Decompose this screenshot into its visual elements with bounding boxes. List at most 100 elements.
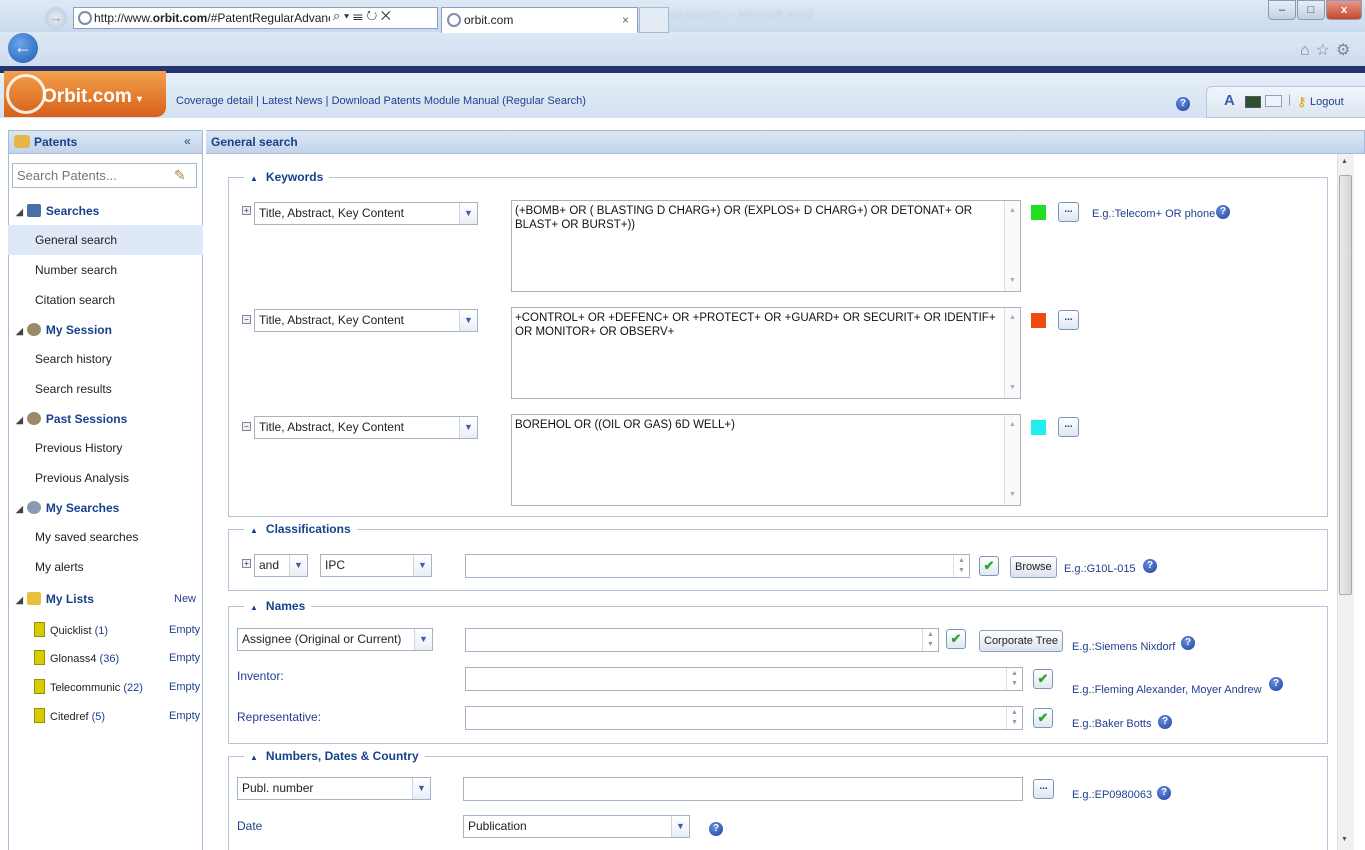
keyword-field-select[interactable]: Title, Abstract, Key Content ▼ — [254, 202, 478, 225]
validate-check-button[interactable]: ✔ — [979, 556, 999, 576]
more-options-button[interactable]: ... — [1058, 202, 1079, 222]
minimize-button[interactable]: – — [1268, 0, 1296, 20]
empty-list-link[interactable]: Empty — [169, 681, 200, 693]
list-item[interactable]: Telecommunic (22) — [34, 677, 143, 699]
nav-section-past-sessions[interactable]: ◢ Past Sessions — [16, 408, 127, 430]
more-options-button[interactable]: ... — [1033, 779, 1054, 799]
highlight-color-swatch[interactable] — [1031, 420, 1046, 435]
empty-list-link[interactable]: Empty — [169, 652, 200, 664]
image-icon[interactable] — [1245, 96, 1261, 108]
help-icon[interactable]: ? — [1157, 786, 1171, 800]
representative-input[interactable]: ▲ ▼ — [465, 706, 1023, 730]
more-options-button[interactable]: ... — [1058, 310, 1079, 330]
highlight-color-swatch[interactable] — [1031, 313, 1046, 328]
number-type-select[interactable]: Publ. number ▼ — [237, 777, 431, 800]
collapse-row-icon[interactable]: − — [242, 422, 251, 431]
nav-section-my-lists[interactable]: ◢ My Lists — [16, 588, 94, 610]
new-tab-button[interactable] — [639, 7, 669, 33]
assignee-input[interactable]: ▲ ▼ — [465, 628, 939, 652]
sidebar-item-general-search[interactable]: General search — [8, 225, 203, 255]
help-icon[interactable]: ? — [1143, 559, 1157, 573]
sidebar-item-citation-search[interactable]: Citation search — [8, 285, 203, 315]
help-icon[interactable]: ? — [1158, 715, 1172, 729]
highlight-color-swatch[interactable] — [1031, 205, 1046, 220]
mail-icon[interactable] — [1265, 95, 1282, 107]
operator-select[interactable]: and ▼ — [254, 554, 308, 577]
logout-link[interactable]: Logout — [1310, 96, 1344, 108]
textarea-scrollbar[interactable]: ▲ ▼ — [1004, 415, 1020, 505]
collapse-sidebar-icon[interactable]: « — [184, 134, 191, 148]
search-pen-icon[interactable]: ✎ — [174, 167, 186, 184]
address-controls[interactable]: ⌕ ▾ ☰ ↻ ✕ — [330, 8, 394, 24]
empty-list-link[interactable]: Empty — [169, 624, 200, 636]
input-spinner[interactable]: ▲ ▼ — [953, 555, 969, 577]
validate-check-button[interactable]: ✔ — [1033, 708, 1053, 728]
new-list-link[interactable]: New — [174, 593, 196, 605]
names-legend[interactable]: ▲ Names — [244, 599, 312, 613]
keyword-query-textarea[interactable]: (+BOMB+ OR ( BLASTING D CHARG+) OR (EXPL… — [511, 200, 1021, 292]
search-patents-input[interactable]: Search Patents... — [12, 163, 197, 188]
keyword-field-select[interactable]: Title, Abstract, Key Content ▼ — [254, 416, 478, 439]
help-icon[interactable]: ? — [709, 822, 723, 836]
font-size-icon[interactable]: A — [1224, 92, 1235, 109]
sidebar-item-my-saved-searches[interactable]: My saved searches — [8, 522, 203, 552]
legend-label: Keywords — [265, 170, 324, 184]
forward-arrow-icon[interactable]: → — [45, 7, 67, 29]
input-spinner[interactable]: ▲ ▼ — [1006, 707, 1022, 729]
date-type-select[interactable]: Publication ▼ — [463, 815, 690, 838]
publication-number-input[interactable] — [463, 777, 1023, 801]
help-icon[interactable]: ? — [1216, 205, 1230, 219]
scroll-up-icon[interactable]: ▲ — [1341, 158, 1348, 165]
sidebar-item-number-search[interactable]: Number search — [8, 255, 203, 285]
latest-news-link[interactable]: Latest News — [262, 95, 323, 107]
list-item[interactable]: Quicklist (1) — [34, 620, 108, 642]
keyword-query-textarea[interactable]: BOREHOL OR ((OIL OR GAS) 6D WELL+) ▲ ▼ — [511, 414, 1021, 506]
input-spinner[interactable]: ▲ ▼ — [1006, 668, 1022, 690]
coverage-detail-link[interactable]: Coverage detail — [176, 95, 253, 107]
classification-input[interactable]: ▲ ▼ — [465, 554, 970, 578]
browser-toolbar-icons[interactable]: ⌂☆⚙ — [1300, 40, 1356, 60]
classifications-legend[interactable]: ▲ Classifications — [244, 522, 357, 536]
assignee-type-select[interactable]: Assignee (Original or Current) ▼ — [237, 628, 433, 651]
sidebar-item-previous-analysis[interactable]: Previous Analysis — [8, 463, 203, 493]
nav-section-my-searches[interactable]: ◢ My Searches — [16, 497, 119, 519]
logo-text[interactable]: Orbit.com ▾ — [42, 86, 142, 108]
help-icon[interactable]: ? — [1176, 97, 1190, 111]
scrollbar-thumb[interactable] — [1339, 175, 1352, 595]
classification-scheme-select[interactable]: IPC ▼ — [320, 554, 432, 577]
nav-section-my-session[interactable]: ◢ My Session — [16, 319, 112, 341]
download-manual-link[interactable]: Download Patents Module Manual (Regular … — [332, 95, 586, 107]
list-item[interactable]: Glonass4 (36) — [34, 648, 119, 670]
tab-close-icon[interactable]: × — [622, 13, 629, 27]
validate-check-button[interactable]: ✔ — [946, 629, 966, 649]
help-icon[interactable]: ? — [1269, 677, 1283, 691]
expand-row-icon[interactable]: + — [242, 559, 251, 568]
list-item[interactable]: Citedref (5) — [34, 706, 105, 728]
input-spinner[interactable]: ▲ ▼ — [922, 629, 938, 651]
keyword-query-textarea[interactable]: +CONTROL+ OR +DEFENC+ OR +PROTECT+ OR +G… — [511, 307, 1021, 399]
sidebar-item-previous-history[interactable]: Previous History — [8, 433, 203, 463]
collapse-row-icon[interactable]: − — [242, 315, 251, 324]
textarea-scrollbar[interactable]: ▲ ▼ — [1004, 308, 1020, 398]
expand-row-icon[interactable]: + — [242, 206, 251, 215]
keywords-legend[interactable]: ▲ Keywords — [244, 170, 330, 184]
maximize-button[interactable]: □ — [1297, 0, 1325, 20]
browse-button[interactable]: Browse — [1010, 556, 1057, 578]
sidebar-item-my-alerts[interactable]: My alerts — [8, 552, 203, 582]
scroll-down-icon[interactable]: ▼ — [1341, 836, 1348, 843]
corporate-tree-button[interactable]: Corporate Tree — [979, 630, 1063, 652]
keyword-field-select[interactable]: Title, Abstract, Key Content ▼ — [254, 309, 478, 332]
sidebar-item-search-history[interactable]: Search history — [8, 344, 203, 374]
more-options-button[interactable]: ... — [1058, 417, 1079, 437]
inventor-input[interactable]: ▲ ▼ — [465, 667, 1023, 691]
browser-tab[interactable]: orbit.com — [441, 7, 638, 33]
numbers-legend[interactable]: ▲ Numbers, Dates & Country — [244, 749, 425, 763]
textarea-scrollbar[interactable]: ▲ ▼ — [1004, 201, 1020, 291]
sidebar-item-search-results[interactable]: Search results — [8, 374, 203, 404]
help-icon[interactable]: ? — [1181, 636, 1195, 650]
back-arrow-icon[interactable]: ← — [8, 33, 38, 63]
close-window-button[interactable]: x — [1326, 0, 1362, 20]
nav-section-searches[interactable]: ◢ Searches — [16, 200, 99, 222]
validate-check-button[interactable]: ✔ — [1033, 669, 1053, 689]
empty-list-link[interactable]: Empty — [169, 710, 200, 722]
